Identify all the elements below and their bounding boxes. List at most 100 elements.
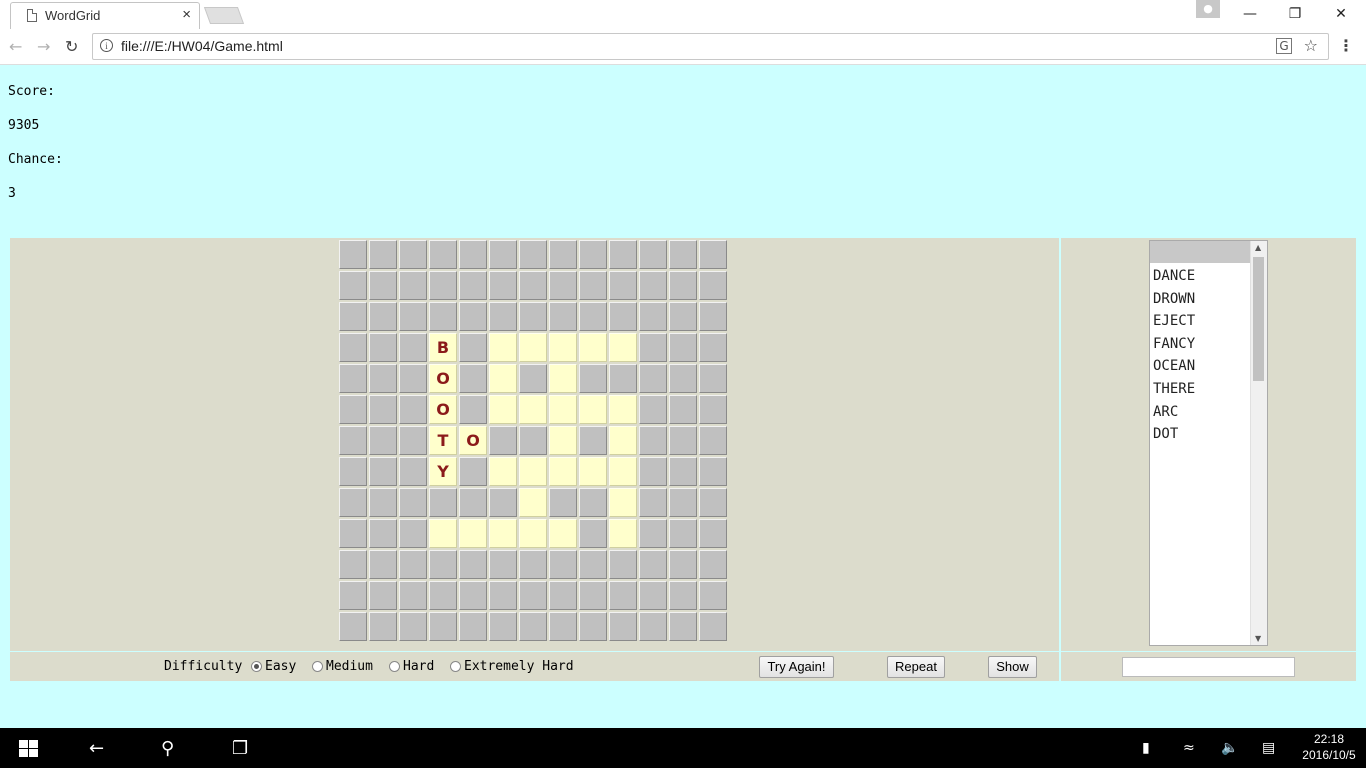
grid-cell[interactable] <box>339 426 367 455</box>
grid-cell[interactable] <box>459 550 487 579</box>
grid-cell[interactable] <box>489 333 517 362</box>
grid-cell[interactable] <box>339 271 367 300</box>
menu-icon[interactable]: ⋮ <box>1338 36 1354 55</box>
grid-cell[interactable] <box>369 488 397 517</box>
grid-cell[interactable] <box>699 333 727 362</box>
grid-cell[interactable] <box>549 581 577 610</box>
grid-cell[interactable] <box>639 581 667 610</box>
word-list-item[interactable]: ARC <box>1153 401 1195 424</box>
grid-cell[interactable] <box>339 581 367 610</box>
grid-cell[interactable] <box>369 550 397 579</box>
grid-cell[interactable] <box>609 581 637 610</box>
grid-cell[interactable] <box>609 457 637 486</box>
grid-cell[interactable] <box>459 488 487 517</box>
grid-cell[interactable] <box>339 488 367 517</box>
word-list-item[interactable]: DOT <box>1153 423 1195 446</box>
grid-cell[interactable] <box>549 240 577 269</box>
grid-cell[interactable] <box>669 488 697 517</box>
scroll-down-icon[interactable]: ▼ <box>1255 634 1261 643</box>
difficulty-radio-medium[interactable] <box>312 661 323 672</box>
grid-cell[interactable] <box>399 581 427 610</box>
difficulty-radio-easy[interactable] <box>251 661 262 672</box>
grid-cell[interactable] <box>519 550 547 579</box>
grid-cell[interactable] <box>699 550 727 579</box>
clock[interactable]: 22:18 2016/10/5 <box>1298 731 1360 763</box>
grid-cell[interactable] <box>369 519 397 548</box>
grid-cell-letter[interactable]: O <box>459 426 487 455</box>
grid-cell[interactable] <box>459 581 487 610</box>
grid-cell[interactable] <box>399 395 427 424</box>
grid-cell-letter[interactable]: O <box>429 364 457 393</box>
grid-cell[interactable] <box>579 612 607 641</box>
grid-cell[interactable] <box>369 302 397 331</box>
forward-icon[interactable]: → <box>37 37 50 56</box>
grid-cell[interactable] <box>489 395 517 424</box>
grid-cell[interactable] <box>669 612 697 641</box>
grid-cell[interactable] <box>639 550 667 579</box>
grid-cell[interactable] <box>399 488 427 517</box>
grid-cell[interactable] <box>549 333 577 362</box>
grid-cell[interactable] <box>489 612 517 641</box>
grid-cell[interactable] <box>669 550 697 579</box>
grid-cell[interactable] <box>519 364 547 393</box>
grid-cell-letter[interactable]: O <box>429 395 457 424</box>
grid-cell[interactable] <box>639 364 667 393</box>
volume-icon[interactable]: 🔈 <box>1221 740 1238 756</box>
grid-cell-letter[interactable]: B <box>429 333 457 362</box>
grid-cell[interactable] <box>699 271 727 300</box>
difficulty-radio-extremely-hard[interactable] <box>450 661 461 672</box>
tab-close-icon[interactable]: × <box>182 6 191 23</box>
grid-cell[interactable] <box>639 426 667 455</box>
grid-cell[interactable] <box>489 457 517 486</box>
grid-cell[interactable] <box>519 457 547 486</box>
grid-cell[interactable] <box>699 426 727 455</box>
grid-cell[interactable] <box>489 550 517 579</box>
grid-cell[interactable] <box>519 333 547 362</box>
word-list-item[interactable]: DROWN <box>1153 288 1195 311</box>
grid-cell[interactable] <box>699 457 727 486</box>
grid-cell[interactable] <box>669 302 697 331</box>
user-icon[interactable]: ● <box>1196 0 1220 18</box>
grid-cell[interactable] <box>489 364 517 393</box>
grid-cell[interactable] <box>429 612 457 641</box>
grid-cell[interactable] <box>459 364 487 393</box>
grid-cell[interactable] <box>399 240 427 269</box>
grid-cell[interactable] <box>369 395 397 424</box>
grid-cell[interactable] <box>639 488 667 517</box>
grid-cell[interactable] <box>699 364 727 393</box>
grid-cell[interactable] <box>669 457 697 486</box>
address-bar[interactable]: i file:///E:/HW04/Game.html G ☆ <box>92 33 1329 60</box>
grid-cell[interactable] <box>699 519 727 548</box>
grid-cell[interactable] <box>399 271 427 300</box>
grid-cell[interactable] <box>669 426 697 455</box>
grid-cell[interactable] <box>489 302 517 331</box>
grid-cell[interactable] <box>339 519 367 548</box>
grid-cell[interactable] <box>579 426 607 455</box>
grid-cell[interactable] <box>669 271 697 300</box>
grid-cell[interactable] <box>609 302 637 331</box>
grid-cell[interactable] <box>459 302 487 331</box>
wifi-icon[interactable]: ≈ <box>1183 740 1195 756</box>
grid-cell[interactable] <box>579 519 607 548</box>
grid-cell[interactable] <box>519 240 547 269</box>
grid-cell[interactable] <box>369 612 397 641</box>
grid-cell[interactable] <box>639 395 667 424</box>
grid-cell[interactable] <box>639 612 667 641</box>
grid-cell[interactable] <box>519 426 547 455</box>
grid-cell[interactable] <box>519 271 547 300</box>
grid-cell[interactable] <box>519 395 547 424</box>
grid-cell[interactable] <box>429 302 457 331</box>
grid-cell[interactable] <box>609 364 637 393</box>
grid-cell[interactable] <box>339 364 367 393</box>
grid-cell[interactable] <box>369 333 397 362</box>
new-tab-button[interactable] <box>203 7 245 24</box>
grid-cell[interactable] <box>459 519 487 548</box>
grid-cell[interactable] <box>669 240 697 269</box>
grid-cell[interactable] <box>579 550 607 579</box>
grid-cell[interactable] <box>669 519 697 548</box>
grid-cell[interactable] <box>609 550 637 579</box>
grid-cell[interactable] <box>489 240 517 269</box>
grid-cell[interactable] <box>699 488 727 517</box>
grid-cell[interactable] <box>579 581 607 610</box>
answer-input[interactable] <box>1122 657 1295 677</box>
